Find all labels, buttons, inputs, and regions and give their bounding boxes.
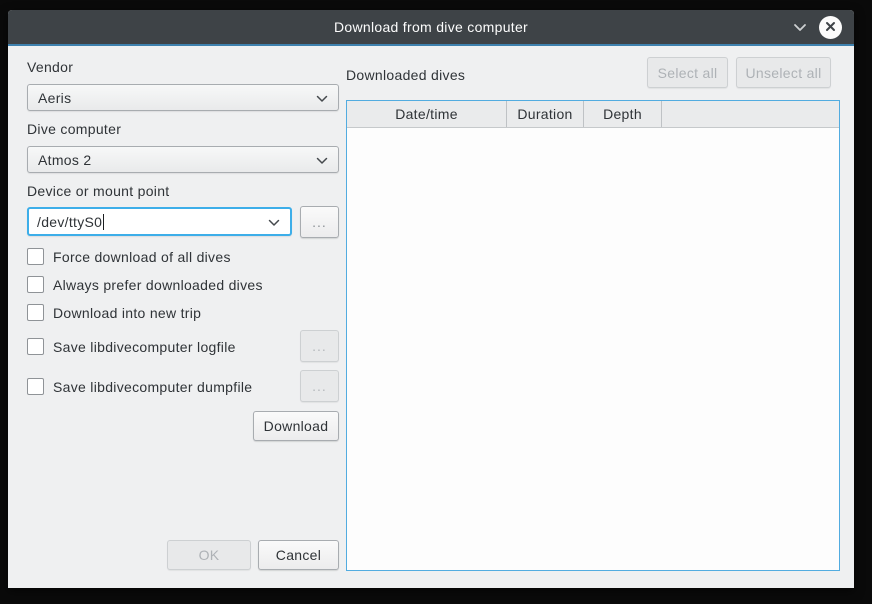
downloaded-dives-table[interactable]: Date/time Duration Depth xyxy=(346,100,840,571)
dumpfile-browse-button[interactable]: ... xyxy=(300,370,339,402)
text-caret xyxy=(103,214,104,230)
vendor-value: Aeris xyxy=(38,90,71,106)
unselect-all-button[interactable]: Unselect all xyxy=(736,57,831,88)
download-dialog: Download from dive computer Vendor Aeris… xyxy=(8,10,854,588)
dive-computer-label: Dive computer xyxy=(27,121,121,137)
vendor-select[interactable]: Aeris xyxy=(27,84,339,111)
close-icon xyxy=(825,19,836,35)
logfile-browse-button[interactable]: ... xyxy=(300,330,339,362)
column-header-datetime[interactable]: Date/time xyxy=(347,101,507,127)
checkbox-label: Download into new trip xyxy=(53,305,201,321)
column-header-duration[interactable]: Duration xyxy=(507,101,584,127)
column-header-empty[interactable] xyxy=(662,101,839,127)
window-title: Download from dive computer xyxy=(8,19,854,35)
close-button[interactable] xyxy=(819,16,842,39)
save-dumpfile-checkbox[interactable] xyxy=(27,378,44,395)
chevron-down-icon xyxy=(268,214,280,230)
checkbox-label: Save libdivecomputer logfile xyxy=(53,339,236,355)
checkbox-label: Force download of all dives xyxy=(53,249,231,265)
ok-button[interactable]: OK xyxy=(167,540,251,570)
save-dumpfile-row[interactable]: Save libdivecomputer dumpfile xyxy=(27,378,252,395)
dive-computer-value: Atmos 2 xyxy=(38,152,91,168)
force-download-checkbox[interactable] xyxy=(27,248,44,265)
table-header: Date/time Duration Depth xyxy=(347,101,839,128)
prefer-downloaded-row[interactable]: Always prefer downloaded dives xyxy=(27,276,263,293)
select-all-button[interactable]: Select all xyxy=(647,57,728,88)
dive-computer-select[interactable]: Atmos 2 xyxy=(27,146,339,173)
shade-button[interactable] xyxy=(793,19,807,35)
cancel-button[interactable]: Cancel xyxy=(258,540,339,570)
new-trip-row[interactable]: Download into new trip xyxy=(27,304,201,321)
checkbox-label: Always prefer downloaded dives xyxy=(53,277,263,293)
download-button[interactable]: Download xyxy=(253,411,339,441)
titlebar[interactable]: Download from dive computer xyxy=(8,10,854,44)
prefer-downloaded-checkbox[interactable] xyxy=(27,276,44,293)
device-label: Device or mount point xyxy=(27,183,169,199)
checkbox-label: Save libdivecomputer dumpfile xyxy=(53,379,252,395)
chevron-down-icon xyxy=(316,90,328,106)
chevron-down-icon xyxy=(316,152,328,168)
save-logfile-row[interactable]: Save libdivecomputer logfile xyxy=(27,338,236,355)
device-value: /dev/ttyS0 xyxy=(37,214,102,230)
force-download-row[interactable]: Force download of all dives xyxy=(27,248,231,265)
device-browse-button[interactable]: ... xyxy=(300,206,339,238)
vendor-label: Vendor xyxy=(27,59,73,75)
downloaded-dives-label: Downloaded dives xyxy=(346,67,465,83)
new-trip-checkbox[interactable] xyxy=(27,304,44,321)
chevron-down-icon xyxy=(793,19,807,35)
titlebar-accent-line xyxy=(8,44,854,46)
device-input[interactable]: /dev/ttyS0 xyxy=(27,207,292,236)
column-header-depth[interactable]: Depth xyxy=(584,101,662,127)
save-logfile-checkbox[interactable] xyxy=(27,338,44,355)
